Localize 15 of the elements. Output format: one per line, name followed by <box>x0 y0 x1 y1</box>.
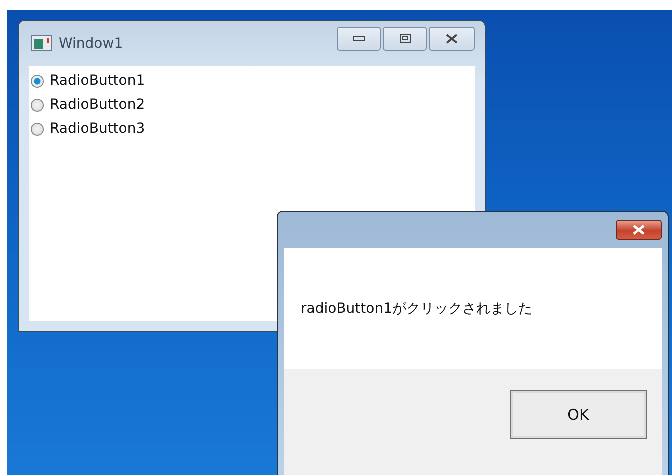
radio-option[interactable]: RadioButton2 <box>31 93 475 117</box>
window-icon <box>31 35 53 52</box>
minimize-button[interactable] <box>337 26 381 50</box>
maximize-button[interactable] <box>383 26 427 50</box>
dialog-close-button[interactable] <box>616 220 662 240</box>
ok-button[interactable]: OK <box>510 390 647 440</box>
close-icon <box>633 224 645 235</box>
radio-option[interactable]: RadioButton3 <box>31 117 475 141</box>
radio-option[interactable]: RadioButton1 <box>31 69 475 93</box>
window-title: Window1 <box>59 36 124 52</box>
maximize-icon <box>400 34 410 43</box>
minimize-icon <box>353 36 365 41</box>
close-icon <box>446 34 458 44</box>
dialog-message: radioButton1がクリックされました <box>301 300 532 318</box>
close-button[interactable] <box>429 26 475 50</box>
